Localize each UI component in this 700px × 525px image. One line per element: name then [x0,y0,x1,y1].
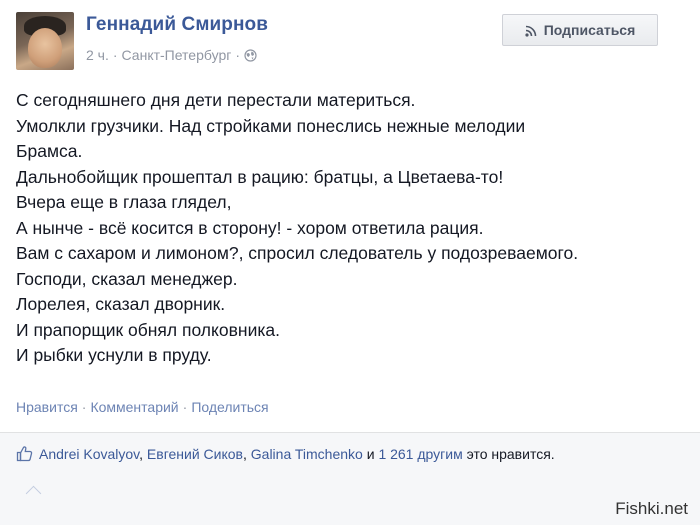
facebook-post: Геннадий Смирнов 2 ч. · Санкт-Петербург … [0,0,700,525]
liker-sep: , [139,445,144,462]
liker-3[interactable]: Galina Timchenko [251,446,363,462]
subscribe-label: Подписаться [543,22,636,38]
post-line: Дальнобойщик прошептал в рацию: братцы, … [16,166,504,187]
post-line: Лорелея, сказал дворник. [16,294,226,314]
liker-2[interactable]: Евгений Сиков [147,446,243,462]
likes-suffix: это нравится. [466,445,555,462]
avatar[interactable] [16,12,74,70]
likes-others-link[interactable]: 1 261 другим [378,446,462,462]
post-location[interactable]: Санкт-Петербург [122,47,232,63]
globe-icon[interactable] [244,48,257,62]
action-sep: · [81,399,87,415]
meta-dot-2: · [235,47,241,63]
action-sep: · [182,399,188,415]
thumbs-up-icon [16,445,33,462]
author-name[interactable]: Геннадий Смирнов [86,14,268,36]
like-link[interactable]: Нравится [16,399,78,415]
comment-area [0,480,700,525]
watermark: Fishki.net [615,499,688,518]
comment-link[interactable]: Комментарий [90,399,178,415]
share-link[interactable]: Поделиться [191,399,268,415]
liker-sep: , [242,445,247,462]
post-line: Господи, сказал менеджер. [16,268,238,289]
post-line: Брамса. [16,141,83,161]
post-line: Вам с сахаром и лимоном?, спросил следов… [16,243,579,263]
likes-summary: Andrei Kovalyov, Евгений Сиков, Galina T… [16,445,555,462]
post-line: И прапорщик обнял полковника. [16,319,280,340]
post-line: А нынче - всё косится в сторону! - хором… [16,217,484,238]
avatar-face [28,28,62,68]
post-line: Умолкли грузчики. Над стройками понеслис… [16,115,526,136]
post-line: Вчера еще в глаза глядел, [16,192,232,212]
likes-and: и [366,445,375,462]
post-line: С сегодняшнего дня дети перестали матери… [16,90,416,110]
liker-1[interactable]: Andrei Kovalyov [39,446,139,462]
post-time[interactable]: 2 ч. [86,47,109,63]
post-body: С сегодняшнего дня дети перестали матери… [16,88,686,369]
rss-icon [525,24,537,37]
subscribe-button[interactable]: Подписаться [502,14,658,46]
post-actions: Нравится · Комментарий · Поделиться [16,399,269,415]
post-line: И рыбки уснули в пруду. [16,345,212,365]
meta-dot: · [112,47,118,63]
post-meta: 2 ч. · Санкт-Петербург · [86,47,257,63]
